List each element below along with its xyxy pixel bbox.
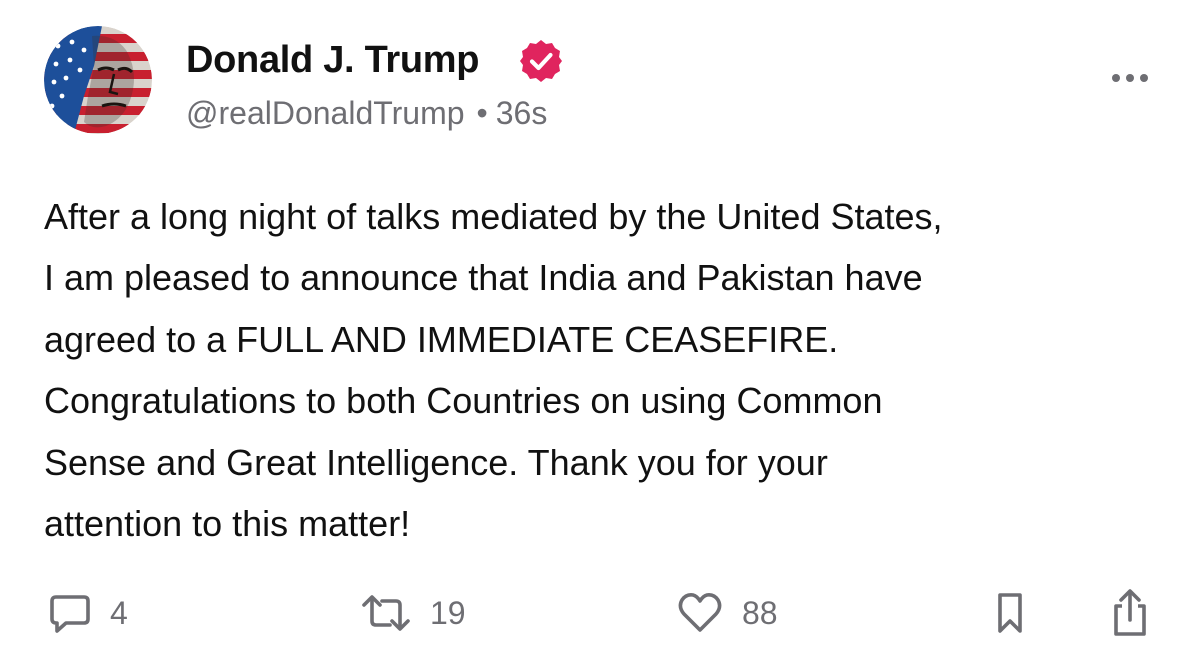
author-handle[interactable]: @realDonaldTrump [186, 95, 465, 131]
post-body-line: Congratulations to both Countries on usi… [44, 380, 883, 422]
comment-bubble-icon [50, 595, 90, 633]
reply-count: 4 [110, 595, 128, 631]
bookmark-button[interactable] [990, 588, 1030, 638]
like-button[interactable]: 88 [676, 588, 778, 638]
like-count: 88 [742, 595, 778, 631]
meta-separator: • [476, 95, 488, 131]
post-timestamp[interactable]: 36s [496, 95, 548, 131]
repost-arrows-icon [362, 595, 410, 631]
post-body-line: Sense and Great Intelligence. Thank you … [44, 441, 828, 483]
heart-icon [678, 593, 722, 632]
post-body: After a long night of talks mediated by … [44, 186, 1174, 554]
more-options-button[interactable] [1106, 60, 1154, 96]
post-card: Donald J. Trump @realDonaldTrump • 36s Aft… [0, 0, 1200, 658]
author-meta: @realDonaldTrump • 36s [186, 93, 547, 133]
post-body-line: agreed to a FULL AND IMMEDIATE CEASEFIRE… [44, 318, 839, 360]
action-bar: 4 19 88 [0, 580, 1200, 646]
post-body-line: attention to this matter! [44, 503, 411, 545]
reply-button[interactable]: 4 [48, 588, 128, 638]
avatar[interactable] [44, 26, 152, 134]
author-display-name[interactable]: Donald J. Trump [186, 38, 480, 82]
post-body-line: I am pleased to announce that India and … [44, 257, 923, 299]
share-button[interactable] [1108, 588, 1152, 638]
more-horizontal-icon [1112, 74, 1148, 82]
verified-badge-icon [518, 38, 564, 84]
bookmark-icon [998, 593, 1022, 633]
flag-portrait-icon [44, 26, 152, 134]
post-body-line: After a long night of talks mediated by … [44, 196, 943, 237]
repost-button[interactable]: 19 [360, 588, 466, 638]
repost-count: 19 [430, 595, 466, 631]
share-upload-icon [1114, 589, 1146, 636]
